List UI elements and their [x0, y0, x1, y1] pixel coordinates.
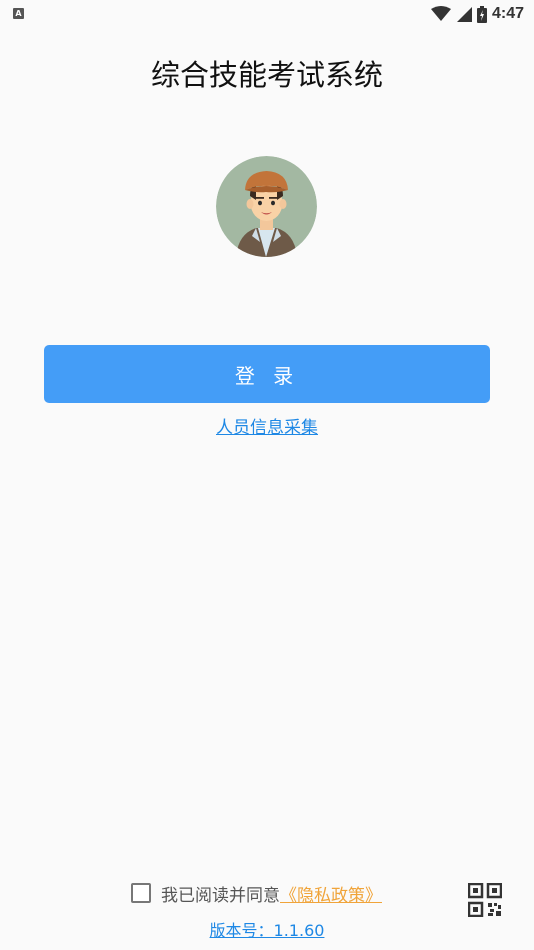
version-link[interactable]: 版本号：1.1.60 [210, 921, 325, 940]
login-button[interactable]: 登 录 [44, 345, 490, 403]
status-bar: A 4:47 [0, 0, 534, 28]
privacy-agree-checkbox[interactable] [131, 883, 151, 903]
personnel-info-collect-link[interactable]: 人员信息采集 [216, 418, 318, 438]
qr-code-graphic [467, 882, 503, 918]
privacy-policy-link[interactable]: 《隐私政策》 [280, 881, 382, 906]
status-icons: 4:47 [430, 4, 524, 24]
signal-icon [456, 7, 472, 22]
notification-icon: A [13, 8, 24, 19]
qr-code-icon[interactable] [467, 882, 503, 918]
collect-link-row: 人员信息采集 [0, 413, 534, 438]
page-title: 综合技能考试系统 [150, 58, 383, 92]
battery-icon [476, 5, 487, 23]
user-avatar-icon [216, 156, 317, 257]
avatar [216, 156, 317, 257]
agree-text: 我已阅读并同意 [161, 885, 280, 906]
status-time: 4:47 [491, 5, 524, 22]
privacy-agreement-row: 我已阅读并同意 《隐私政策》 [131, 880, 382, 906]
wifi-icon [430, 6, 451, 21]
version-row: 版本号：1.1.60 [0, 917, 534, 941]
